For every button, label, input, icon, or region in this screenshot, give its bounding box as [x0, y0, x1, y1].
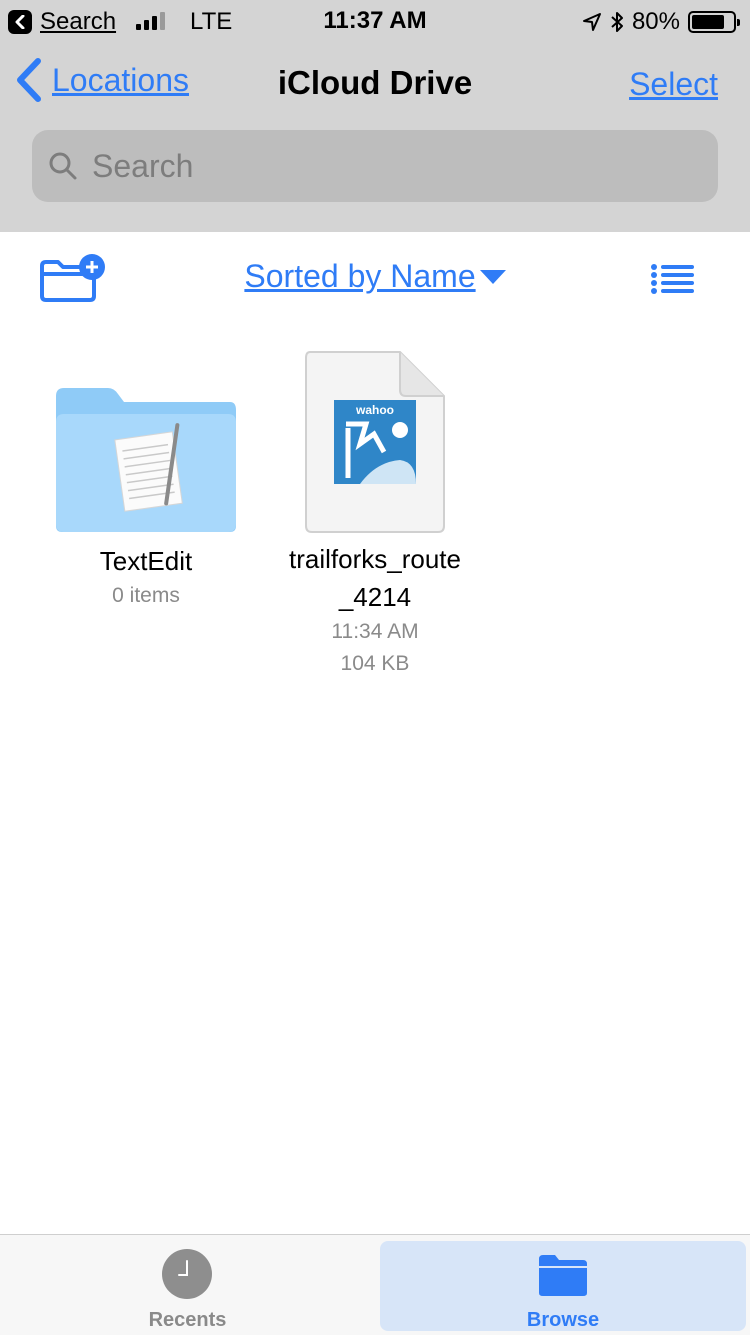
file-name-line-2: _4214 — [338, 582, 412, 612]
sort-by-name-button[interactable]: Sorted by Name — [244, 258, 506, 295]
clock-icon — [162, 1249, 212, 1299]
textedit-app-icon — [114, 423, 183, 512]
search-icon — [49, 152, 77, 180]
location-arrow-icon — [582, 13, 601, 31]
file-modified-time: 11:34 AM — [331, 620, 419, 643]
file-item-trailforks-route[interactable]: wahoo trailforks_route _4214 11:34 AM 10… — [262, 350, 488, 680]
file-name-line-1: trailforks_route — [289, 544, 461, 574]
sort-control: Sorted by Name — [0, 258, 750, 295]
caret-down-icon — [479, 269, 506, 284]
folder-icon — [56, 388, 236, 532]
bluetooth-icon — [611, 12, 623, 32]
folder-item-count: 0 items — [112, 584, 180, 607]
tab-recents-label: Recents — [148, 1309, 227, 1331]
battery-fill — [692, 15, 724, 29]
select-button[interactable]: Select — [629, 66, 718, 103]
wahoo-logo-icon: wahoo — [334, 400, 416, 484]
folder-name: TextEdit — [99, 546, 193, 576]
list-view-icon[interactable] — [650, 264, 696, 294]
tab-bar: Recents Browse — [0, 1234, 750, 1335]
tab-recents[interactable]: Recents — [0, 1235, 375, 1335]
battery-percent: 80% — [631, 8, 680, 35]
folder-icon — [539, 1255, 587, 1296]
tab-browse[interactable]: Browse — [380, 1241, 746, 1331]
tab-browse-label: Browse — [526, 1309, 600, 1331]
folder-item-textedit[interactable]: TextEdit 0 items — [40, 382, 252, 612]
navigation-bar: Locations iCloud Drive Select — [0, 50, 750, 120]
search-bar[interactable] — [32, 130, 718, 202]
header-area: Search LTE 11:37 AM 80% Locations iCloud… — [0, 0, 750, 232]
browser-toolbar: Sorted by Name — [0, 232, 750, 322]
battery-icon — [688, 11, 740, 33]
svg-text:wahoo: wahoo — [355, 403, 394, 417]
status-bar: Search LTE 11:37 AM 80% — [0, 0, 750, 40]
sort-label: Sorted by Name — [244, 258, 476, 294]
wahoo-file-icon: wahoo — [305, 351, 445, 533]
search-input[interactable] — [92, 147, 652, 185]
status-right-group: 80% — [582, 8, 740, 36]
file-size: 104 KB — [340, 652, 410, 675]
